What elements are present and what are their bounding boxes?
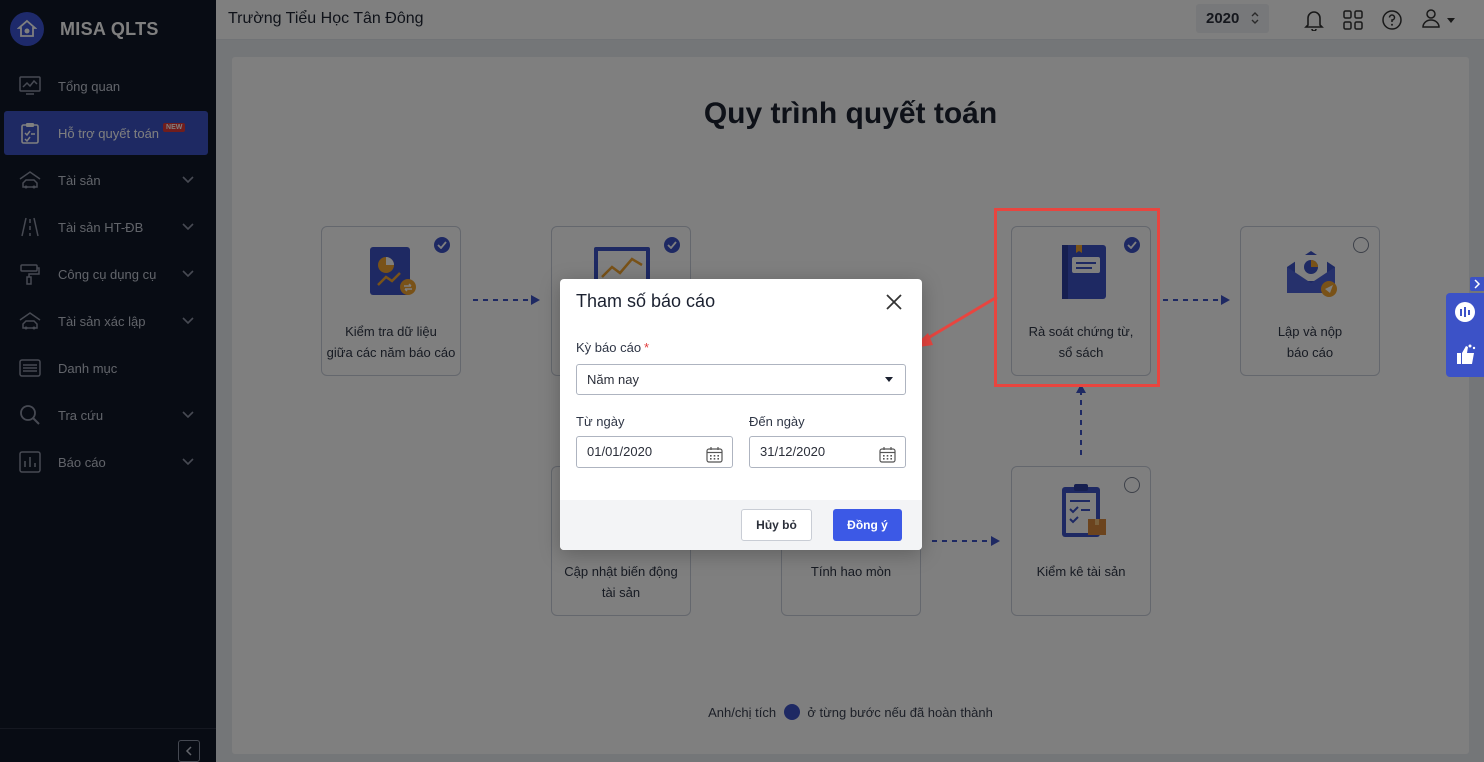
- caret-down-icon: [885, 377, 893, 382]
- period-select[interactable]: Năm nay: [576, 364, 906, 395]
- required-mark: *: [644, 340, 650, 355]
- from-date-input[interactable]: 01/01/2020: [576, 436, 733, 468]
- report-params-dialog: Tham số báo cáo Kỳ báo cáo * Năm nay Từ n…: [560, 279, 922, 550]
- close-icon[interactable]: [884, 292, 904, 312]
- dialog-title: Tham số báo cáo: [576, 291, 716, 311]
- chat-support-icon[interactable]: [1454, 301, 1476, 328]
- period-label: Kỳ báo cáo *: [576, 340, 650, 355]
- feedback-widget: [1446, 293, 1484, 377]
- from-date-label: Từ ngày: [576, 414, 625, 429]
- to-date-input[interactable]: 31/12/2020: [749, 436, 906, 468]
- calendar-icon[interactable]: [879, 444, 896, 463]
- calendar-icon[interactable]: [706, 444, 723, 463]
- cancel-button[interactable]: Hủy bỏ: [741, 509, 812, 541]
- thumbs-up-icon[interactable]: [1454, 343, 1476, 370]
- to-date-label: Đến ngày: [749, 414, 805, 429]
- confirm-button[interactable]: Đồng ý: [833, 509, 902, 541]
- dialog-footer: Hủy bỏ Đồng ý: [560, 500, 922, 550]
- side-panel-toggle[interactable]: [1470, 277, 1484, 291]
- highlight-box: [994, 208, 1160, 387]
